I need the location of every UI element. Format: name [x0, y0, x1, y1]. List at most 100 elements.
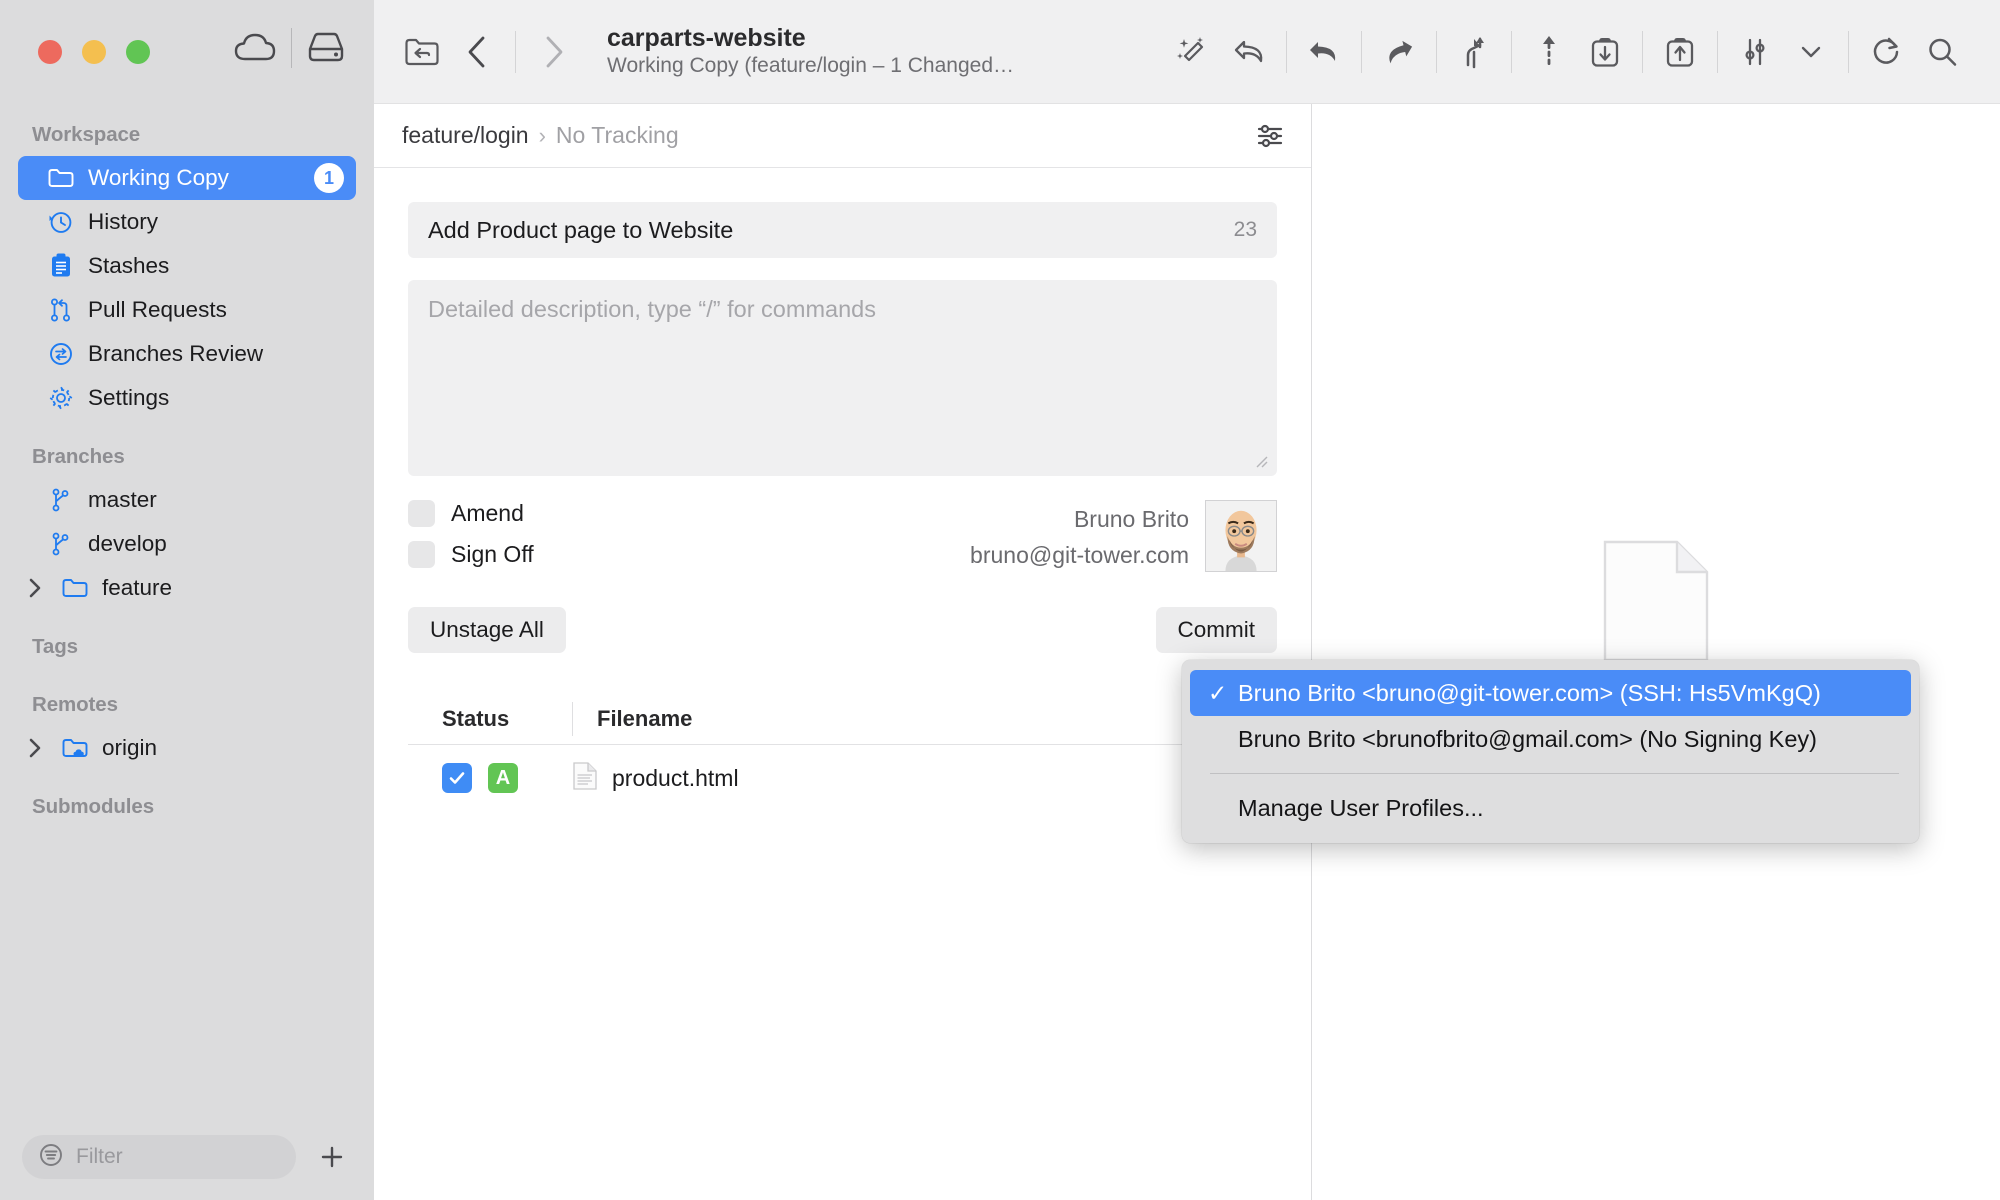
stage-file-checkbox[interactable]	[442, 763, 472, 793]
toolbar-divider	[291, 28, 292, 68]
search-button[interactable]	[1914, 24, 1970, 80]
search-icon	[1924, 34, 1960, 70]
dropdown-item-profile-1[interactable]: Bruno Brito <brunofbrito@gmail.com> (No …	[1190, 716, 1911, 762]
navigate-forward-button[interactable]	[525, 24, 581, 80]
commit-summary-char-count: 23	[1234, 218, 1257, 242]
file-name-cell: product.html	[572, 761, 739, 796]
cloud-icon[interactable]	[233, 31, 277, 65]
commit-form: Add Product page to Website 23 Detailed …	[374, 168, 1311, 811]
commit-description-input[interactable]: Detailed description, type “/” for comma…	[408, 280, 1277, 476]
discard-button[interactable]	[1221, 24, 1277, 80]
sidebar-tree[interactable]: Workspace Working Copy 1 History Stashes	[0, 104, 374, 1114]
sign-off-checkbox-row[interactable]: Sign Off	[408, 541, 534, 568]
status-badge: A	[488, 763, 518, 793]
merge-button[interactable]	[1446, 24, 1502, 80]
sign-off-checkbox[interactable]	[408, 541, 435, 568]
push-icon	[1536, 32, 1562, 72]
view-settings-button[interactable]	[1727, 24, 1783, 80]
sidebar-item-label: develop	[88, 531, 356, 557]
branch-icon	[48, 531, 74, 557]
zoom-window-button[interactable]	[126, 40, 150, 64]
sidebar-top-icons	[233, 28, 346, 68]
sidebar-item-label: origin	[102, 735, 356, 761]
page-title: carparts-website	[607, 24, 1014, 53]
author-email: bruno@git-tower.com	[970, 538, 1189, 574]
sidebar-item-master[interactable]: master	[18, 478, 356, 522]
document-icon	[1601, 538, 1711, 669]
sidebar-item-origin[interactable]: origin	[18, 726, 356, 770]
dropdown-item-profile-0[interactable]: ✓ Bruno Brito <bruno@git-tower.com> (SSH…	[1190, 670, 1911, 716]
avatar[interactable]	[1205, 500, 1277, 572]
resize-grip-icon[interactable]	[1254, 454, 1270, 470]
commit-button[interactable]: Commit	[1156, 607, 1278, 653]
toolbar-divider	[1286, 31, 1287, 73]
sidebar-item-label: Branches Review	[88, 341, 356, 367]
toolbar-divider	[1642, 31, 1643, 73]
filter-input[interactable]: Filter	[22, 1135, 296, 1179]
author-selector[interactable]: Bruno Brito bruno@git-tower.com	[970, 500, 1277, 573]
sliders-icon	[1253, 119, 1287, 153]
user-profile-dropdown-menu[interactable]: ✓ Bruno Brito <bruno@git-tower.com> (SSH…	[1182, 660, 1919, 843]
toolbar-actions	[1165, 24, 1970, 80]
view-settings-dropdown[interactable]	[1783, 24, 1839, 80]
sidebar-item-branches-review[interactable]: Branches Review	[18, 332, 356, 376]
filter-icon	[38, 1142, 64, 1173]
main-area: carparts-website Working Copy (feature/l…	[374, 0, 2000, 1200]
hard-drive-icon[interactable]	[306, 31, 346, 65]
navigate-back-button[interactable]	[450, 24, 506, 80]
redo-button[interactable]	[1371, 24, 1427, 80]
repository-home-button[interactable]	[394, 24, 450, 80]
unstage-all-button[interactable]: Unstage All	[408, 607, 566, 653]
pane-settings-button[interactable]	[1253, 119, 1287, 153]
quick-actions-button[interactable]	[1165, 24, 1221, 80]
sign-off-label: Sign Off	[451, 541, 534, 568]
document-title-block: carparts-website Working Copy (feature/l…	[607, 24, 1014, 79]
sidebar-item-history[interactable]: History	[18, 200, 356, 244]
toolbar-divider	[1436, 31, 1437, 73]
sidebar-item-working-copy[interactable]: Working Copy 1	[18, 156, 356, 200]
amend-label: Amend	[451, 500, 524, 527]
toolbar-divider	[1361, 31, 1362, 73]
toolbar-divider	[1717, 31, 1718, 73]
section-header-workspace: Workspace	[0, 114, 374, 156]
undo-button[interactable]	[1296, 24, 1352, 80]
sidebar: Workspace Working Copy 1 History Stashes	[0, 0, 374, 1200]
amend-checkbox-row[interactable]: Amend	[408, 500, 534, 527]
column-header-filename[interactable]: Filename	[572, 702, 1277, 736]
sidebar-item-develop[interactable]: develop	[18, 522, 356, 566]
add-repository-button[interactable]	[312, 1137, 352, 1177]
commit-buttons-row: Unstage All Commit	[408, 607, 1277, 653]
table-row[interactable]: A product.html	[408, 745, 1277, 811]
page-subtitle: Working Copy (feature/login – 1 Changed…	[607, 53, 1014, 79]
commit-summary-input[interactable]: Add Product page to Website 23	[408, 202, 1277, 258]
folder-blue-icon	[62, 575, 88, 601]
toolbar-divider	[1511, 31, 1512, 73]
section-header-tags: Tags	[0, 626, 374, 668]
quick-actions-icon	[1175, 34, 1211, 70]
push-button[interactable]	[1521, 24, 1577, 80]
sidebar-item-label: History	[88, 209, 356, 235]
sidebar-item-settings[interactable]: Settings	[18, 376, 356, 420]
close-window-button[interactable]	[38, 40, 62, 64]
sidebar-item-label: Stashes	[88, 253, 356, 279]
refresh-button[interactable]	[1858, 24, 1914, 80]
sidebar-item-stashes[interactable]: Stashes	[18, 244, 356, 288]
column-header-status[interactable]: Status	[442, 693, 572, 744]
sidebar-item-pull-requests[interactable]: Pull Requests	[18, 288, 356, 332]
stash-push-button[interactable]	[1652, 24, 1708, 80]
pull-button[interactable]	[1577, 24, 1633, 80]
amend-checkbox[interactable]	[408, 500, 435, 527]
redo-icon	[1380, 35, 1418, 69]
chevron-right-icon[interactable]	[22, 577, 48, 599]
breadcrumb: feature/login › No Tracking	[374, 104, 1311, 168]
minimize-window-button[interactable]	[82, 40, 106, 64]
plus-icon	[318, 1143, 346, 1171]
chevron-right-icon[interactable]	[22, 737, 48, 759]
sidebar-filter-bar: Filter	[0, 1114, 374, 1200]
avatar-image	[1206, 501, 1276, 571]
sidebar-item-feature[interactable]: feature	[18, 566, 356, 610]
breadcrumb-branch[interactable]: feature/login	[402, 122, 529, 149]
commit-checkboxes: Amend Sign Off	[408, 500, 534, 568]
dropdown-item-manage-profiles[interactable]: Manage User Profiles...	[1190, 785, 1911, 831]
history-clock-icon	[48, 209, 74, 235]
